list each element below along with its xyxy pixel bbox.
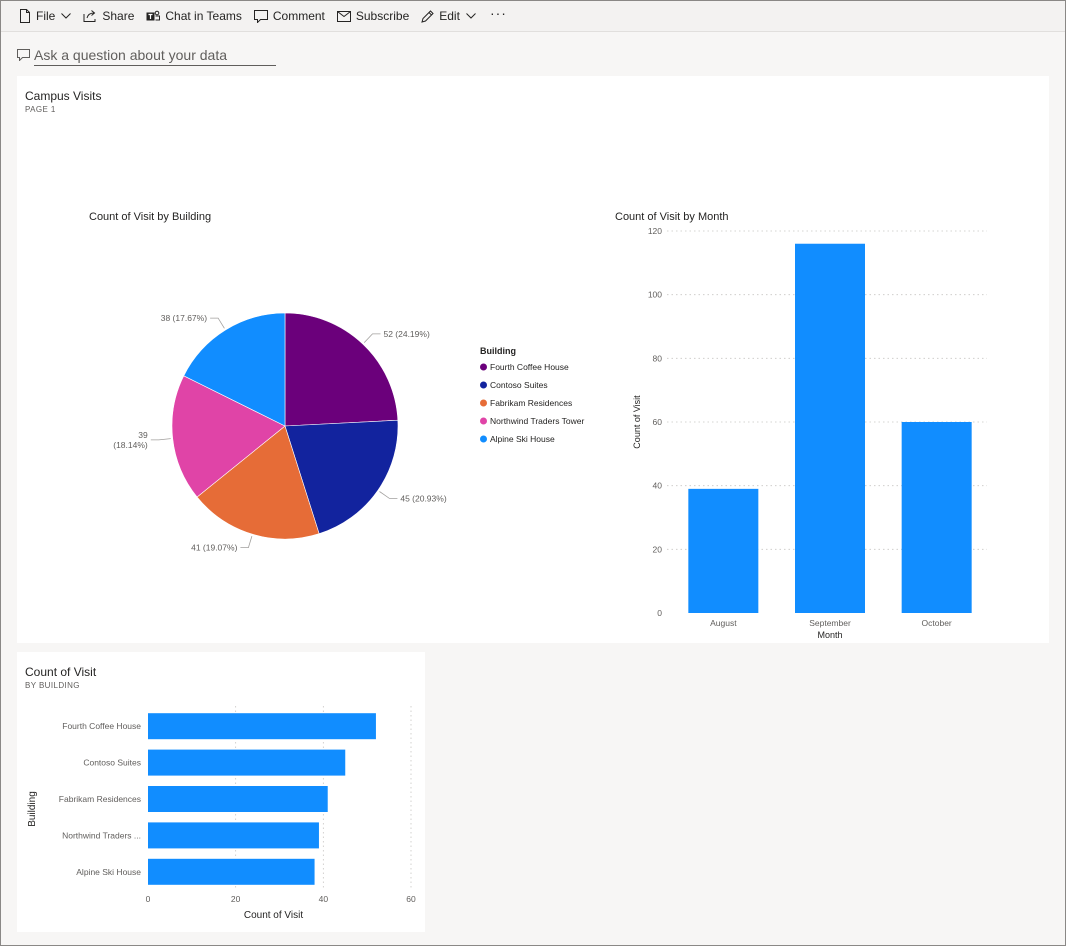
legend-marker (480, 399, 487, 407)
pie-slice[interactable] (284, 312, 399, 427)
y-tick-label: 100 (648, 290, 662, 300)
data-label: 45 (20.93%) (400, 493, 446, 503)
bar[interactable] (148, 858, 315, 885)
more-options-button[interactable]: ··· (482, 0, 515, 29)
x-axis-title: Count of Visit (244, 910, 304, 921)
y-axis-title: Count of Visit (632, 395, 642, 449)
x-axis-title: Month (817, 630, 842, 640)
y-tick-label: Contoso Suites (83, 758, 141, 768)
x-tick-label: 0 (146, 894, 151, 904)
y-tick-label: Fabrikam Residences (59, 794, 141, 804)
legend-item[interactable]: Northwind Traders Tower (490, 416, 584, 426)
leader-line (210, 317, 225, 329)
tile-title: Count of Visit (25, 665, 97, 679)
comment-icon (17, 49, 30, 61)
legend-marker (480, 381, 487, 389)
y-tick-label: Northwind Traders ... (62, 830, 141, 840)
y-tick-label: 80 (653, 353, 663, 363)
x-tick-label: 20 (231, 894, 241, 904)
comment-icon (253, 9, 268, 23)
share-label: Share (102, 9, 135, 23)
data-label: 39 (18.14%) (113, 430, 148, 450)
chart-title: Count of Visit by Month (615, 211, 729, 223)
data-label-percent: (18.14%) (113, 440, 148, 450)
data-label-value: 39 (138, 430, 148, 440)
share-button[interactable]: Share (77, 1, 140, 32)
pencil-icon (421, 9, 434, 23)
document-icon (20, 9, 30, 23)
y-axis-title: Building (27, 791, 38, 827)
bar[interactable] (148, 713, 376, 740)
legend-marker (480, 417, 487, 425)
bar[interactable] (688, 488, 759, 613)
legend-marker (480, 435, 487, 443)
chat-in-teams-button[interactable]: Chat in Teams (140, 1, 247, 32)
y-tick-label: Alpine Ski House (76, 867, 141, 877)
bar[interactable] (148, 786, 328, 812)
qa-box (17, 44, 277, 66)
comment-button[interactable]: Comment (248, 1, 331, 32)
y-tick-label: 60 (653, 417, 663, 427)
bar[interactable] (795, 243, 865, 613)
data-label: 38 (17.67%) (161, 313, 207, 323)
y-tick-label: Fourth Coffee House (62, 721, 141, 731)
edit-menu[interactable]: Edit (415, 1, 482, 32)
chevron-down-icon (466, 13, 476, 19)
legend-item[interactable]: Fourth Coffee House (490, 362, 569, 372)
tile-subtitle: PAGE 1 (25, 105, 56, 114)
y-tick-label: 0 (657, 608, 662, 618)
building-bar-chart[interactable]: 0 20 40 60 Fourth Coffee House Contoso Suites… (17, 692, 425, 932)
edit-label: Edit (439, 9, 460, 23)
x-tick-label: September (809, 618, 851, 628)
tile-subtitle: BY BUILDING (25, 681, 80, 690)
campus-visits-tile[interactable]: Campus Visits PAGE 1 Count of Visit by B… (17, 76, 1049, 643)
share-icon (83, 10, 96, 22)
file-menu[interactable]: File (13, 1, 77, 32)
legend-item[interactable]: Contoso Suites (490, 380, 548, 390)
bar[interactable] (148, 822, 319, 849)
mail-icon (336, 10, 351, 22)
chat-in-teams-label: Chat in Teams (165, 9, 242, 23)
legend-marker (480, 363, 487, 371)
subscribe-label: Subscribe (355, 9, 410, 23)
y-tick-label: 40 (653, 481, 663, 491)
comment-label: Comment (272, 9, 325, 23)
action-bar: File Share Chat in Teams Comment Subscri… (1, 1, 1065, 32)
chart-title: Count of Visit by Building (89, 211, 211, 223)
legend-item[interactable]: Alpine Ski House (490, 434, 555, 444)
data-label: 52 (24.19%) (383, 329, 429, 339)
pie-chart[interactable]: Count of Visit by Building 52 (24.19%) 45 … (17, 121, 617, 641)
file-menu-label: File (36, 9, 56, 23)
leader-line (150, 438, 171, 441)
teams-icon (146, 10, 161, 20)
qa-input[interactable] (34, 44, 276, 66)
x-tick-label: 60 (406, 894, 416, 904)
x-tick-label: 40 (319, 894, 329, 904)
y-tick-label: 20 (653, 544, 663, 554)
y-tick-label: 120 (648, 226, 662, 236)
subscribe-button[interactable]: Subscribe (331, 1, 415, 32)
chevron-down-icon (61, 13, 72, 19)
month-bar-chart[interactable]: Count of Visit by Month 0 20 40 60 80 100 120 Au… (607, 121, 1027, 643)
tile-title: Campus Visits (25, 89, 102, 103)
bar[interactable] (901, 422, 972, 613)
bar[interactable] (148, 749, 346, 776)
legend-title: Building (480, 346, 516, 356)
leader-line (240, 535, 253, 549)
legend-item[interactable]: Fabrikam Residences (490, 398, 572, 408)
count-by-building-tile[interactable]: Count of Visit BY BUILDING 0 20 40 60 Fourth… (17, 652, 425, 932)
x-tick-label: August (710, 618, 737, 628)
leader-line (363, 333, 381, 343)
leader-line (379, 491, 398, 499)
x-tick-label: October (922, 618, 952, 628)
data-label: 41 (19.07%) (191, 543, 237, 553)
